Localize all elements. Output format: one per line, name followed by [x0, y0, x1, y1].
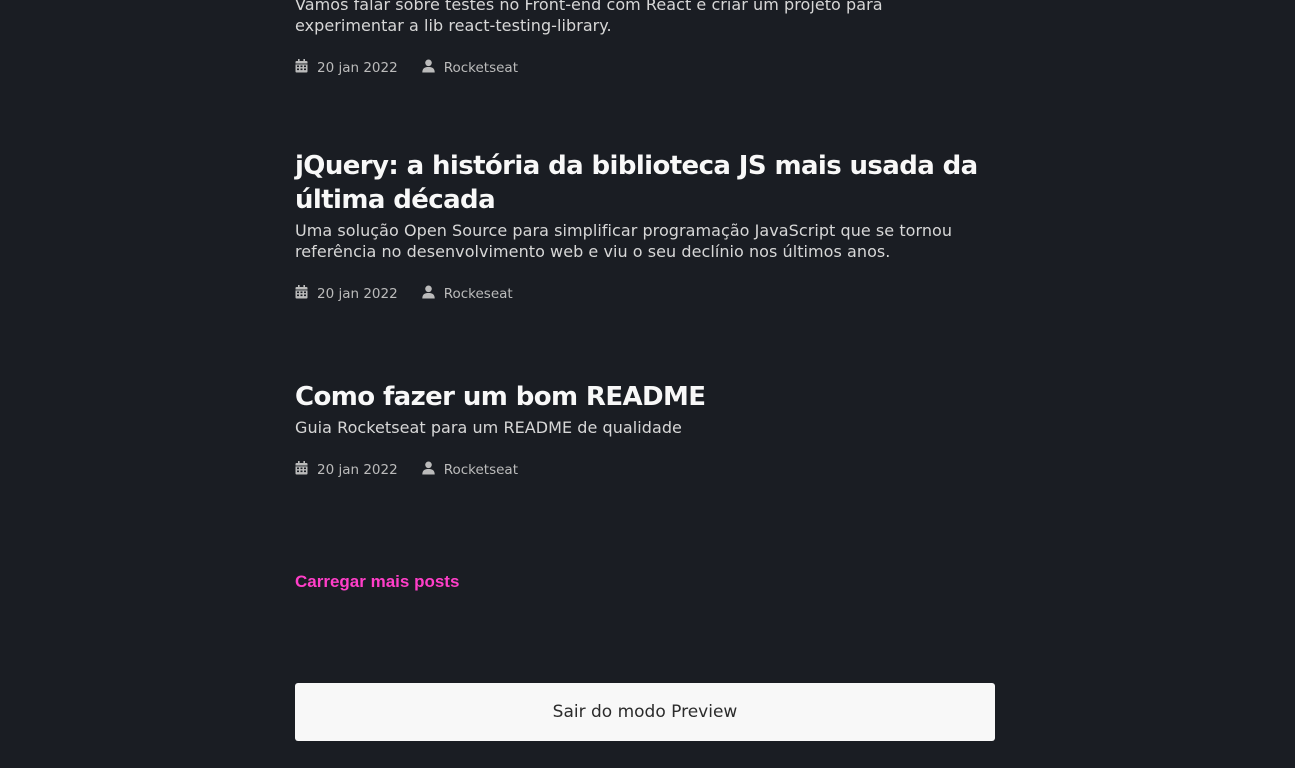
post-author-text: Rockeseat [443, 286, 513, 302]
post-author: Rockeseat [422, 285, 513, 302]
user-icon [422, 461, 435, 475]
post-author: Rocketseat [422, 59, 518, 76]
post-date: 20 jan 2022 [295, 59, 398, 76]
exit-preview-button[interactable]: Sair do modo Preview [295, 683, 995, 741]
post-date: 20 jan 2022 [295, 285, 398, 302]
post-date-text: 20 jan 2022 [317, 60, 398, 76]
post-author: Rocketseat [422, 461, 518, 478]
load-more-button[interactable]: Carregar mais posts [295, 572, 459, 592]
post-info: 20 jan 2022 Rocketseat [295, 58, 995, 78]
calendar-icon [295, 285, 308, 299]
post-author-text: Rocketseat [443, 60, 518, 76]
post-title[interactable]: Como fazer um bom README [295, 380, 995, 414]
user-icon [422, 59, 435, 73]
post-item[interactable]: Como fazer um bom README Guia Rocketseat… [295, 380, 995, 480]
post-subtitle: Guia Rocketseat para um README de qualid… [295, 418, 682, 437]
post-date-text: 20 jan 2022 [317, 462, 398, 478]
post-author-text: Rocketseat [443, 462, 518, 478]
post-info: 20 jan 2022 Rocketseat [295, 460, 995, 480]
post-title[interactable]: jQuery: a história da biblioteca JS mais… [295, 149, 995, 217]
post-info: 20 jan 2022 Rockeseat [295, 284, 995, 304]
calendar-icon [295, 59, 308, 73]
post-subtitle: Uma solução Open Source para simplificar… [295, 221, 953, 261]
post-item[interactable]: jQuery: a história da biblioteca JS mais… [295, 149, 995, 304]
user-icon [422, 285, 435, 299]
post-date: 20 jan 2022 [295, 461, 398, 478]
post-subtitle: Vamos falar sobre testes no Front-end co… [295, 0, 883, 35]
calendar-icon [295, 461, 308, 475]
post-item[interactable]: Vamos falar sobre testes no Front-end co… [295, 0, 995, 78]
post-date-text: 20 jan 2022 [317, 286, 398, 302]
